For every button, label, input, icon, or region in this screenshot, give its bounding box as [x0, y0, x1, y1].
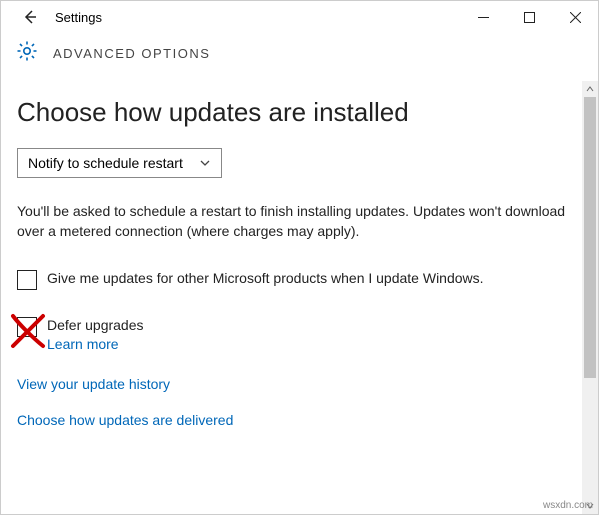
scroll-up-button[interactable]: [582, 81, 598, 97]
gear-icon: [15, 39, 39, 68]
checkbox-other-products-box[interactable]: [17, 270, 37, 290]
maximize-icon: [524, 12, 535, 23]
titlebar: Settings: [1, 1, 598, 33]
page-subtitle: ADVANCED OPTIONS: [53, 46, 210, 61]
window-controls: [460, 1, 598, 33]
checkbox-other-products: Give me updates for other Microsoft prod…: [17, 269, 566, 290]
page-header: ADVANCED OPTIONS: [1, 33, 598, 81]
checkbox-defer-upgrades: Defer upgrades Learn more: [17, 316, 566, 354]
minimize-button[interactable]: [460, 1, 506, 33]
close-button[interactable]: [552, 1, 598, 33]
description-text: You'll be asked to schedule a restart to…: [17, 202, 566, 241]
back-button[interactable]: [11, 1, 47, 33]
content-area: Choose how updates are installed Notify …: [1, 81, 598, 514]
watermark-text: wsxdn.com: [543, 500, 593, 511]
dropdown-selected-label: Notify to schedule restart: [28, 155, 183, 171]
minimize-icon: [478, 12, 489, 23]
close-icon: [570, 12, 581, 23]
settings-window: Settings ADVANC: [0, 0, 599, 515]
defer-label-block: Defer upgrades Learn more: [47, 316, 144, 354]
vertical-scrollbar[interactable]: [582, 81, 598, 514]
back-arrow-icon: [20, 8, 38, 26]
chevron-down-icon: [199, 157, 211, 169]
content: Choose how updates are installed Notify …: [1, 81, 582, 514]
maximize-button[interactable]: [506, 1, 552, 33]
learn-more-link[interactable]: Learn more: [47, 336, 119, 352]
scroll-track[interactable]: [582, 97, 598, 498]
updates-delivery-link[interactable]: Choose how updates are delivered: [17, 412, 233, 428]
checkbox-defer-upgrades-box[interactable]: [17, 317, 37, 337]
chevron-up-icon: [585, 84, 595, 94]
checkbox-other-products-label: Give me updates for other Microsoft prod…: [47, 269, 484, 289]
window-title: Settings: [55, 10, 460, 25]
section-heading: Choose how updates are installed: [17, 97, 566, 128]
view-update-history-link[interactable]: View your update history: [17, 376, 170, 392]
checkbox-defer-upgrades-label: Defer upgrades: [47, 316, 144, 336]
scroll-thumb[interactable]: [584, 97, 596, 378]
install-mode-dropdown[interactable]: Notify to schedule restart: [17, 148, 222, 178]
